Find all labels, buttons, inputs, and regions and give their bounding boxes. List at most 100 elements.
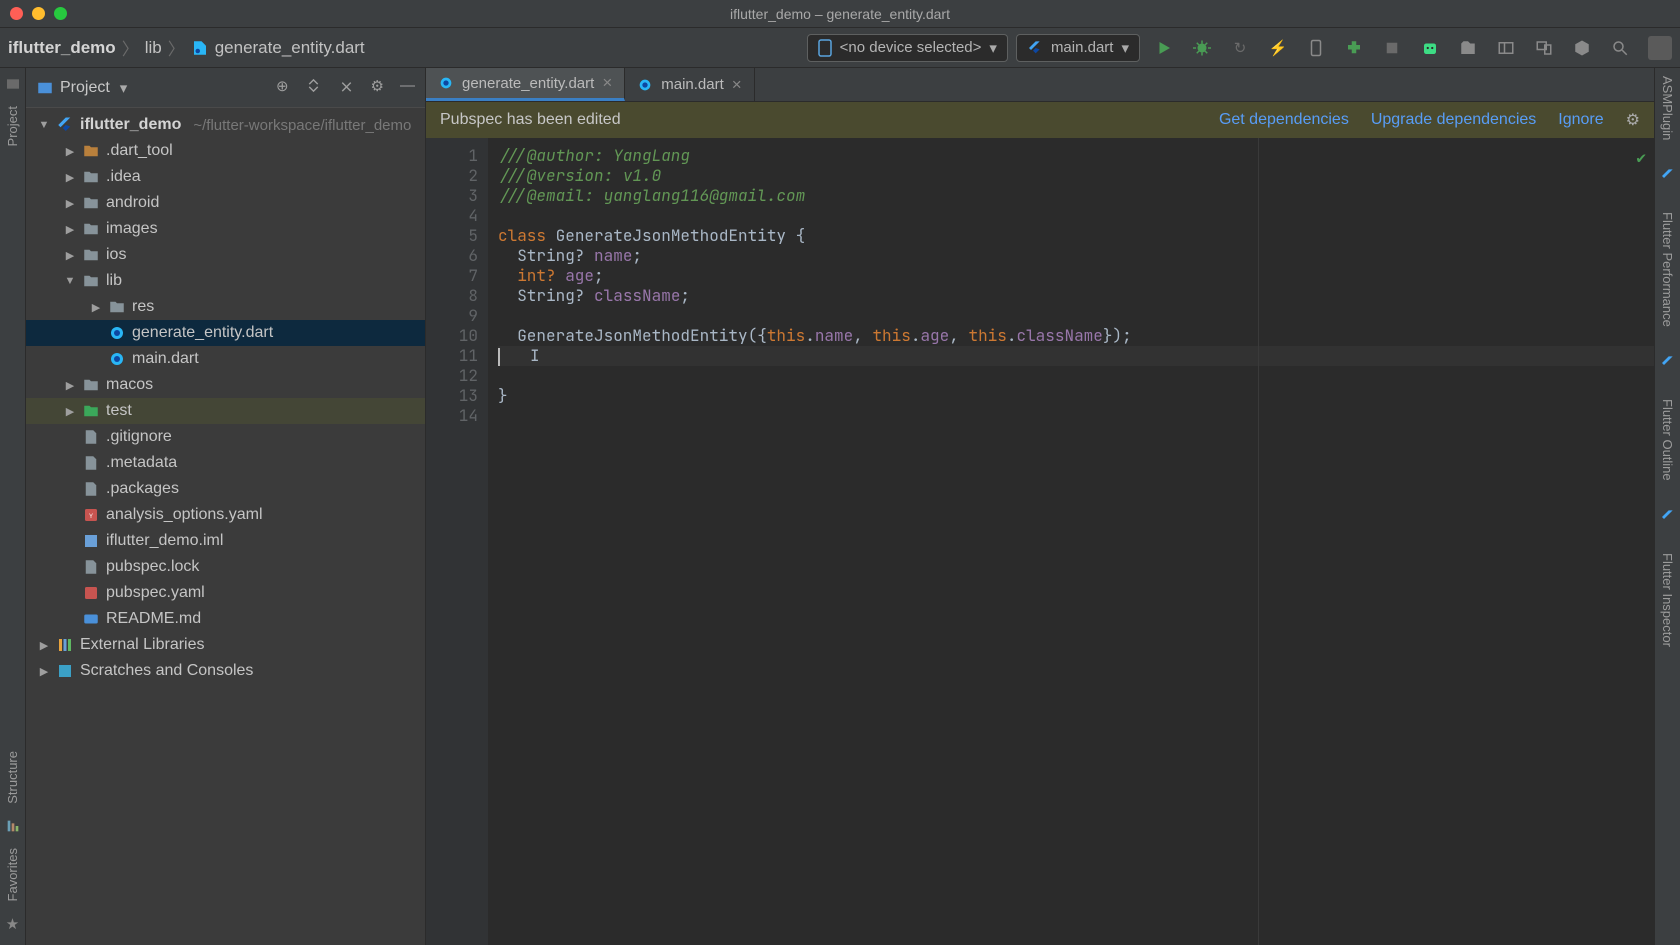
structure-rail-tab[interactable]: Structure [5,751,20,804]
structure-rail-icon[interactable] [5,818,21,834]
tree-file[interactable]: pubspec.yaml [26,580,425,606]
folder-icon [82,220,100,238]
tree-folder-lib[interactable]: ▼lib [26,268,425,294]
tree-file[interactable]: Yanalysis_options.yaml [26,502,425,528]
flutter-inspector-rail-tab[interactable]: Flutter Inspector [1660,553,1675,647]
iml-file-icon [82,532,100,550]
library-icon [56,636,74,654]
gear-icon[interactable]: ⚙ [371,77,384,98]
ignore-link[interactable]: Ignore [1558,111,1603,129]
inspection-ok-icon[interactable]: ✔ [1636,148,1646,168]
star-icon[interactable]: ★ [6,915,19,933]
flutter-icon [1027,40,1043,56]
device-selector[interactable]: <no device selected> ▾ [807,34,1008,62]
close-icon[interactable]: × [602,73,612,93]
project-rail-icon[interactable] [5,76,21,92]
tree-file-generate-entity[interactable]: generate_entity.dart [26,320,425,346]
run-config-selector[interactable]: main.dart ▾ [1016,34,1140,62]
tree-file[interactable]: README.md [26,606,425,632]
banner-message: Pubspec has been edited [440,111,621,129]
maximize-window-button[interactable] [54,7,67,20]
breadcrumb-folder[interactable]: lib [145,38,162,58]
upgrade-dependencies-link[interactable]: Upgrade dependencies [1371,111,1536,129]
tab-main[interactable]: main.dart × [625,68,754,101]
user-avatar[interactable] [1648,36,1672,60]
editor-tabs: generate_entity.dart × main.dart × [426,68,1654,102]
folder-icon [82,246,100,264]
tree-file[interactable]: .metadata [26,450,425,476]
tree-root[interactable]: ▼ iflutter_demo ~/flutter-workspace/iflu… [26,112,425,138]
debug-button[interactable] [1192,38,1212,58]
tree-file[interactable]: .gitignore [26,424,425,450]
tree-label: analysis_options.yaml [106,506,263,524]
tab-label: generate_entity.dart [462,75,594,92]
chevron-right-icon: ▶ [64,223,76,236]
open-button[interactable] [1458,38,1478,58]
tree-file[interactable]: iflutter_demo.iml [26,528,425,554]
flutter-performance-rail-tab[interactable]: Flutter Performance [1660,212,1675,327]
tree-folder[interactable]: ▶ios [26,242,425,268]
tree-label: iflutter_demo.iml [106,532,223,550]
chevron-right-icon: ▶ [90,301,102,314]
expand-icon[interactable] [305,77,322,98]
chevron-right-icon: ▶ [38,639,50,652]
project-sidebar: Project ▾ ⊕ ⚙ — ▼ iflutter_demo ~/flutte… [26,68,426,945]
flash-button[interactable]: ⚡ [1268,38,1288,58]
breadcrumb-sep-icon: 〉 [168,35,185,60]
tree-external-libs[interactable]: ▶External Libraries [26,632,425,658]
tree-file-main[interactable]: main.dart [26,346,425,372]
flutter-icon [1660,355,1676,371]
run-button[interactable] [1154,38,1174,58]
tree-folder[interactable]: ▶images [26,216,425,242]
code-body[interactable]: ✔ ///@author: YangLang ///@version: v1.0… [488,138,1654,945]
close-icon[interactable]: × [732,75,742,95]
tree-label: test [106,402,132,420]
minimize-window-button[interactable] [32,7,45,20]
chevron-down-icon[interactable]: ▾ [120,79,128,97]
tree-folder[interactable]: ▶android [26,190,425,216]
tree-folder[interactable]: ▶.dart_tool [26,138,425,164]
gear-icon[interactable]: ⚙ [1626,110,1640,130]
tree-file[interactable]: pubspec.lock [26,554,425,580]
code-editor[interactable]: 1 2 3 4 5 6 7 8 9 10 11 12 13 14 ✔ ///@a… [426,138,1654,945]
tree-file[interactable]: .packages [26,476,425,502]
tree-folder-test[interactable]: ▶test [26,398,425,424]
chevron-right-icon: ▶ [64,379,76,392]
sidebar-header: Project ▾ ⊕ ⚙ — [26,68,425,108]
tree-scratches[interactable]: ▶Scratches and Consoles [26,658,425,684]
tree-folder[interactable]: ▶res [26,294,425,320]
target-icon[interactable]: ⊕ [276,77,289,98]
minimize-icon[interactable]: — [400,77,415,98]
chevron-right-icon: ▶ [64,249,76,262]
flutter-icon [1660,168,1676,184]
package-icon[interactable] [1572,38,1592,58]
chevron-right-icon: ▶ [64,145,76,158]
project-rail-tab[interactable]: Project [5,106,20,146]
tree-folder[interactable]: ▶macos [26,372,425,398]
puzzle-icon[interactable] [1344,38,1364,58]
devices-icon[interactable] [1534,38,1554,58]
tab-generate-entity[interactable]: generate_entity.dart × [426,68,625,101]
breadcrumb-project[interactable]: iflutter_demo [8,38,116,58]
text-file-icon [82,558,100,576]
stop-button[interactable] [1382,38,1402,58]
tree-label: pubspec.yaml [106,584,205,602]
project-panel-icon [36,79,54,97]
collapse-icon[interactable] [338,77,355,98]
breadcrumb-file[interactable]: generate_entity.dart [215,38,365,58]
favorites-rail-tab[interactable]: Favorites [5,848,20,901]
close-window-button[interactable] [10,7,23,20]
get-dependencies-link[interactable]: Get dependencies [1219,111,1349,129]
asmplugin-rail-tab[interactable]: ASMPlugin [1660,76,1675,140]
flutter-outline-rail-tab[interactable]: Flutter Outline [1660,399,1675,481]
dart-file-icon [191,39,209,57]
devtools-phone-icon[interactable] [1306,38,1326,58]
robot-icon[interactable] [1420,38,1440,58]
titlebar: iflutter_demo – generate_entity.dart [0,0,1680,28]
tree-folder[interactable]: ▶.idea [26,164,425,190]
layout-icon[interactable] [1496,38,1516,58]
search-icon[interactable] [1610,38,1630,58]
reload-button[interactable]: ↻ [1230,38,1250,58]
tree-label: pubspec.lock [106,558,199,576]
folder-icon [82,272,100,290]
